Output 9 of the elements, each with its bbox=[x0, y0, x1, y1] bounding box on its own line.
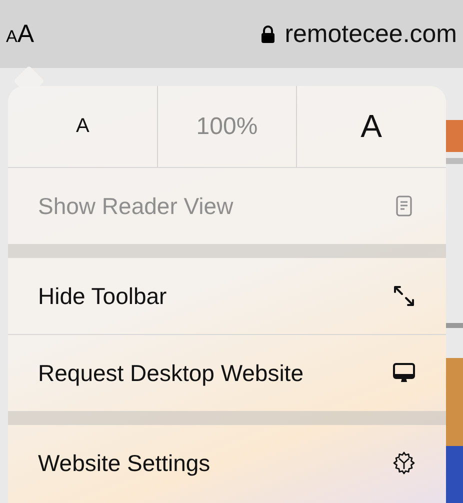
desktop-icon bbox=[392, 361, 416, 385]
url-text[interactable]: remotecee.com bbox=[284, 20, 457, 48]
smaller-text-button[interactable]: A bbox=[8, 86, 158, 167]
menu-item[interactable]: Request Desktop Website bbox=[8, 335, 446, 411]
menu-item[interactable]: Website Settings bbox=[8, 425, 446, 501]
text-format-button[interactable]: AA bbox=[4, 20, 36, 48]
menu-item[interactable]: Hide Toolbar bbox=[8, 258, 446, 334]
gear-icon bbox=[392, 451, 416, 475]
expand-arrows-icon bbox=[392, 284, 416, 308]
